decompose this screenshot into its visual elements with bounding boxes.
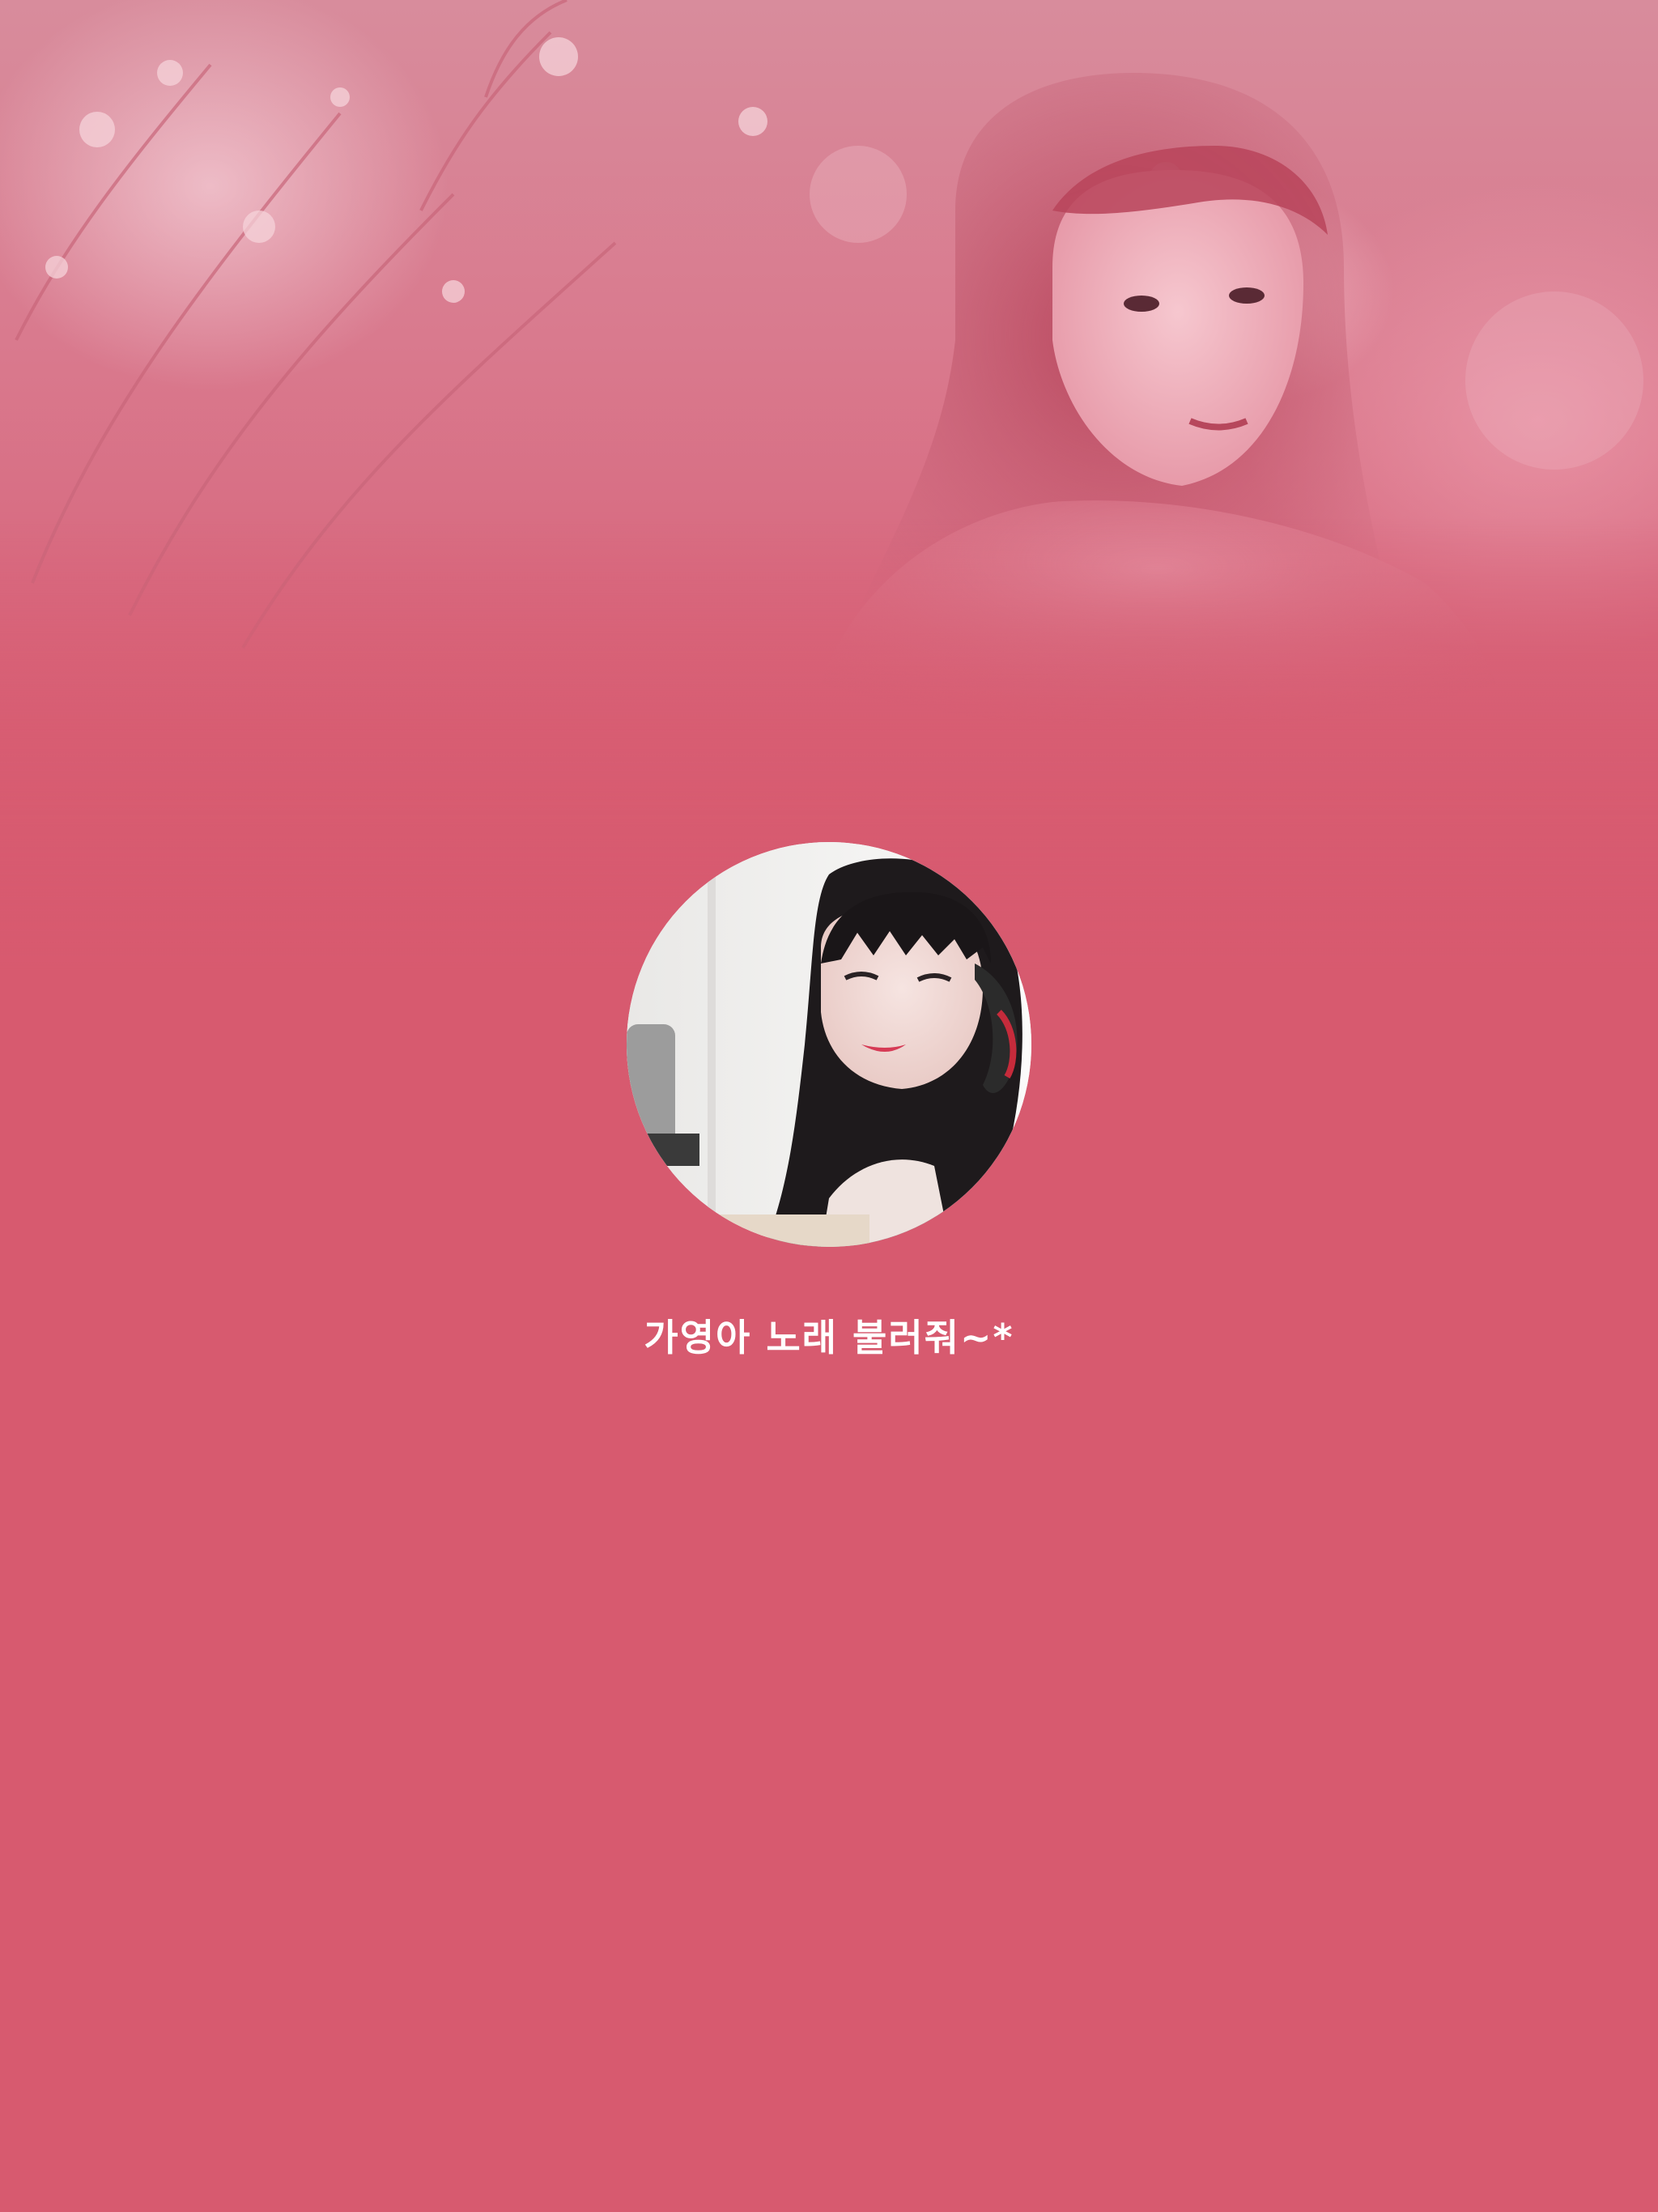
profile-page: 가영아 노래 불러줘~* (0, 0, 1658, 2212)
profile-title: 가영아 노래 불러줘~* (644, 1316, 1014, 1359)
profile-avatar[interactable] (627, 842, 1031, 1247)
cover-image (0, 0, 1658, 972)
profile-photo-icon (627, 842, 1031, 1247)
